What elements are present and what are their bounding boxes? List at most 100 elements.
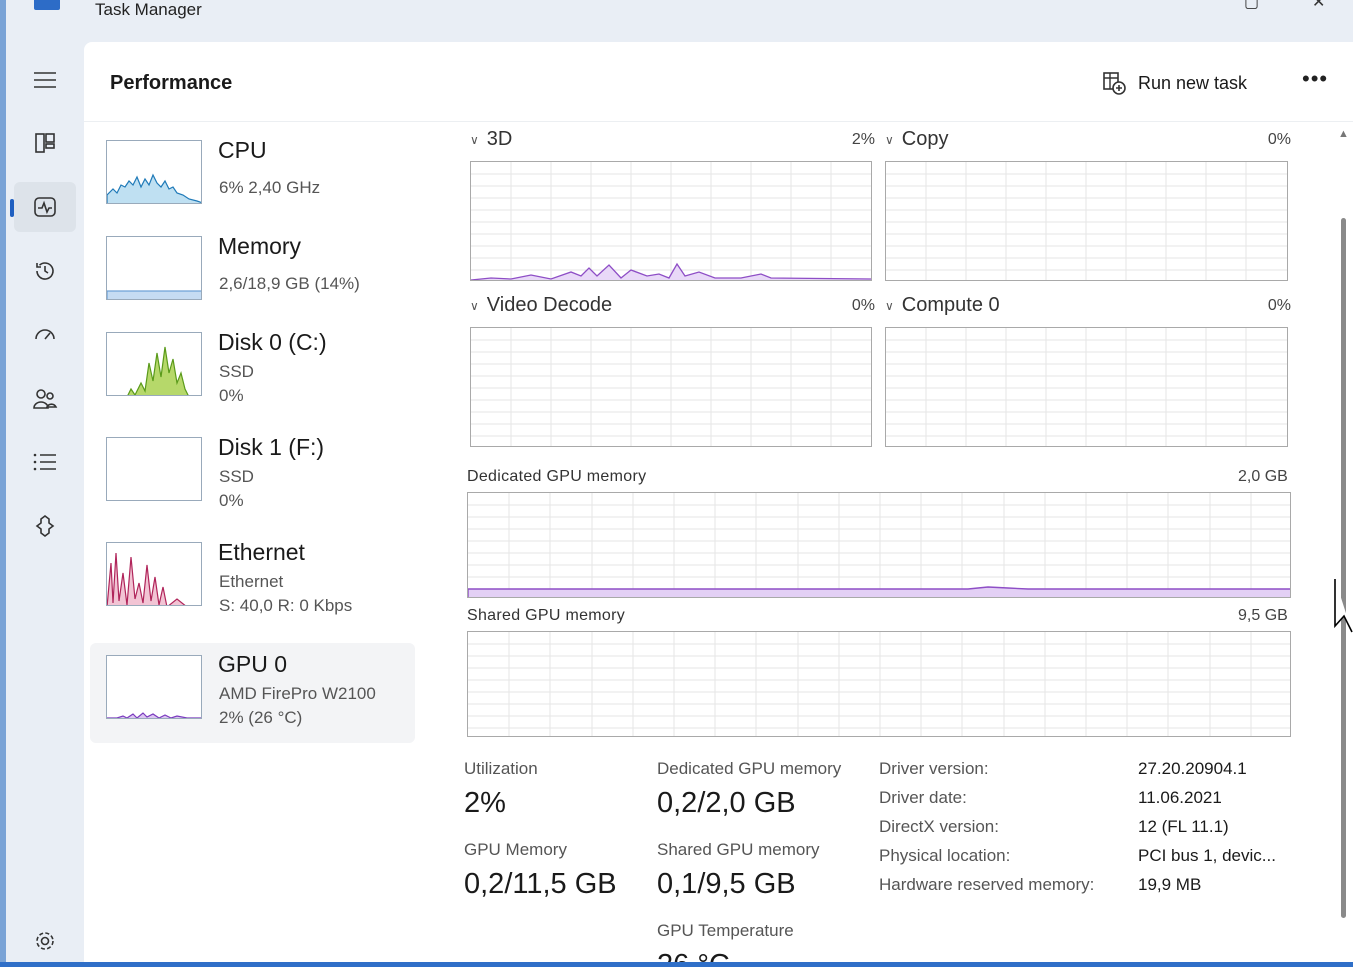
window-title: Task Manager xyxy=(95,0,202,19)
resource-detail-2: 0% xyxy=(219,491,244,510)
scroll-up-arrow-icon[interactable]: ▲ xyxy=(1338,128,1349,140)
property-key: Physical location: xyxy=(879,846,1011,865)
engine-percent: 2% xyxy=(851,131,875,148)
run-task-icon xyxy=(1103,72,1126,95)
utilization-label: Utilization xyxy=(464,759,538,778)
engine-label: Compute 0 xyxy=(901,294,1000,316)
run-new-task-label: Run new task xyxy=(1138,72,1248,93)
engine-selector-copy[interactable]: ∨ Copy xyxy=(885,128,949,151)
users-icon xyxy=(33,389,58,409)
shared-memory-graph-label: Shared GPU memory xyxy=(467,607,626,624)
nav-settings[interactable] xyxy=(14,916,76,966)
more-options-button[interactable]: ••• xyxy=(1302,66,1328,92)
chevron-down-icon: ∨ xyxy=(470,298,479,313)
shared-memory-graph xyxy=(467,631,1291,737)
nav-details[interactable] xyxy=(14,437,76,487)
main-content: Performance Run new task ••• CPU 6% 2,40… xyxy=(84,42,1353,967)
close-icon[interactable]: ✕ xyxy=(1312,0,1325,12)
gpu-detail-panel: ∨ 3D 2% ∨ Copy 0% ∨ Video Decode 0% ∨ Co… xyxy=(460,126,1320,967)
property-value: 27.20.20904.1 xyxy=(1138,759,1247,778)
engine-graph-compute-0 xyxy=(885,327,1288,447)
gpu-memory-value: 0,2/11,5 GB xyxy=(464,868,617,900)
hamburger-icon xyxy=(34,72,56,88)
engine-graph-video-decode xyxy=(470,327,872,447)
resource-name: Disk 1 (F:) xyxy=(218,434,325,460)
resource-item-cpu[interactable]: CPU 6% 2,40 GHz xyxy=(90,126,415,226)
page-header: Performance Run new task ••• xyxy=(84,42,1353,122)
speedometer-icon xyxy=(35,329,55,340)
property-value: PCI bus 1, devic... xyxy=(1138,846,1276,865)
disk0-thumbnail-graph xyxy=(106,332,202,396)
engine-selector-video-decode[interactable]: ∨ Video Decode xyxy=(470,294,612,317)
engine-selector-3d[interactable]: ∨ 3D xyxy=(470,128,512,151)
engine-percent: 0% xyxy=(1267,131,1291,148)
details-list-icon xyxy=(33,453,56,471)
resource-item-disk-0[interactable]: Disk 0 (C:) SSD 0% xyxy=(90,318,415,418)
engine-label: Copy xyxy=(901,128,949,150)
resource-detail-2: 0% xyxy=(219,386,244,405)
chevron-down-icon: ∨ xyxy=(885,298,894,313)
shared-memory-max: 9,5 GB xyxy=(1238,607,1288,624)
task-manager-logo-icon xyxy=(34,0,60,10)
dedicated-memory-graph-label: Dedicated GPU memory xyxy=(467,468,647,485)
history-icon xyxy=(36,262,54,280)
property-key: Hardware reserved memory: xyxy=(879,875,1095,894)
engine-label: 3D xyxy=(486,128,513,150)
resource-detail: AMD FirePro W2100 xyxy=(219,684,376,703)
scrollbar-thumb[interactable] xyxy=(1341,218,1346,918)
dedicated-memory-stat-label: Dedicated GPU memory xyxy=(657,759,842,778)
property-key: Driver date: xyxy=(879,788,967,807)
resource-name: Memory xyxy=(218,233,302,259)
gpu-memory-label: GPU Memory xyxy=(464,840,567,859)
maximize-icon[interactable]: ▢ xyxy=(1244,0,1259,12)
resource-name: GPU 0 xyxy=(218,651,288,677)
cpu-thumbnail-graph xyxy=(106,140,202,204)
resource-item-memory[interactable]: Memory 2,6/18,9 GB (14%) xyxy=(90,222,415,322)
chevron-down-icon: ∨ xyxy=(470,132,479,147)
resource-name: Disk 0 (C:) xyxy=(218,329,327,355)
engine-percent: 0% xyxy=(851,297,875,314)
resource-detail: 2,6/18,9 GB (14%) xyxy=(219,274,360,293)
resource-detail-2: 2% (26 °C) xyxy=(219,708,303,727)
engine-selector-compute-0[interactable]: ∨ Compute 0 xyxy=(885,294,1000,317)
taskbar-edge xyxy=(0,962,1353,967)
dedicated-memory-max: 2,0 GB xyxy=(1238,468,1288,485)
resource-name: CPU xyxy=(218,137,267,163)
nav-processes[interactable] xyxy=(14,118,76,168)
resource-detail: SSD xyxy=(219,467,254,486)
page-title: Performance xyxy=(110,72,233,94)
hamburger-menu-button[interactable] xyxy=(14,55,76,105)
nav-app-history[interactable] xyxy=(14,246,76,296)
resource-item-disk-1[interactable]: Disk 1 (F:) SSD 0% xyxy=(90,423,415,523)
resource-item-ethernet[interactable]: Ethernet Ethernet S: 40,0 R: 0 Kbps xyxy=(90,528,415,628)
disk1-thumbnail-graph xyxy=(106,437,202,501)
property-value: 19,9 MB xyxy=(1138,875,1202,894)
dedicated-memory-graph xyxy=(467,492,1291,598)
dedicated-memory-stat-value: 0,2/2,0 GB xyxy=(657,787,796,819)
gpu-temperature-label: GPU Temperature xyxy=(657,921,794,940)
nav-startup-apps[interactable] xyxy=(14,310,76,360)
services-puzzle-icon xyxy=(35,515,55,537)
utilization-value: 2% xyxy=(464,787,506,819)
ethernet-thumbnail-graph xyxy=(106,542,202,606)
memory-thumbnail-graph xyxy=(106,236,202,300)
nav-performance[interactable] xyxy=(10,182,76,232)
run-new-task-button[interactable]: Run new task xyxy=(1102,68,1247,98)
engine-graph-3d xyxy=(470,161,872,281)
resource-detail-2: S: 40,0 R: 0 Kbps xyxy=(219,596,353,615)
gpu-thumbnail-graph xyxy=(106,655,202,719)
property-key: Driver version: xyxy=(879,759,989,778)
resource-item-gpu-0[interactable]: GPU 0 AMD FirePro W2100 2% (26 °C) xyxy=(90,643,415,743)
shared-memory-stat-label: Shared GPU memory xyxy=(657,840,820,859)
nav-services[interactable] xyxy=(14,501,76,551)
gear-icon xyxy=(36,932,54,950)
nav-users[interactable] xyxy=(14,374,76,424)
engine-percent: 0% xyxy=(1267,297,1291,314)
engine-label: Video Decode xyxy=(486,294,613,316)
resource-detail: 6% 2,40 GHz xyxy=(219,178,321,197)
resource-detail: SSD xyxy=(219,362,254,381)
resource-name: Ethernet xyxy=(218,539,305,565)
mouse-cursor-icon xyxy=(1334,579,1353,633)
performance-icon xyxy=(34,197,56,217)
vertical-scrollbar[interactable]: ▲ xyxy=(1337,128,1349,962)
